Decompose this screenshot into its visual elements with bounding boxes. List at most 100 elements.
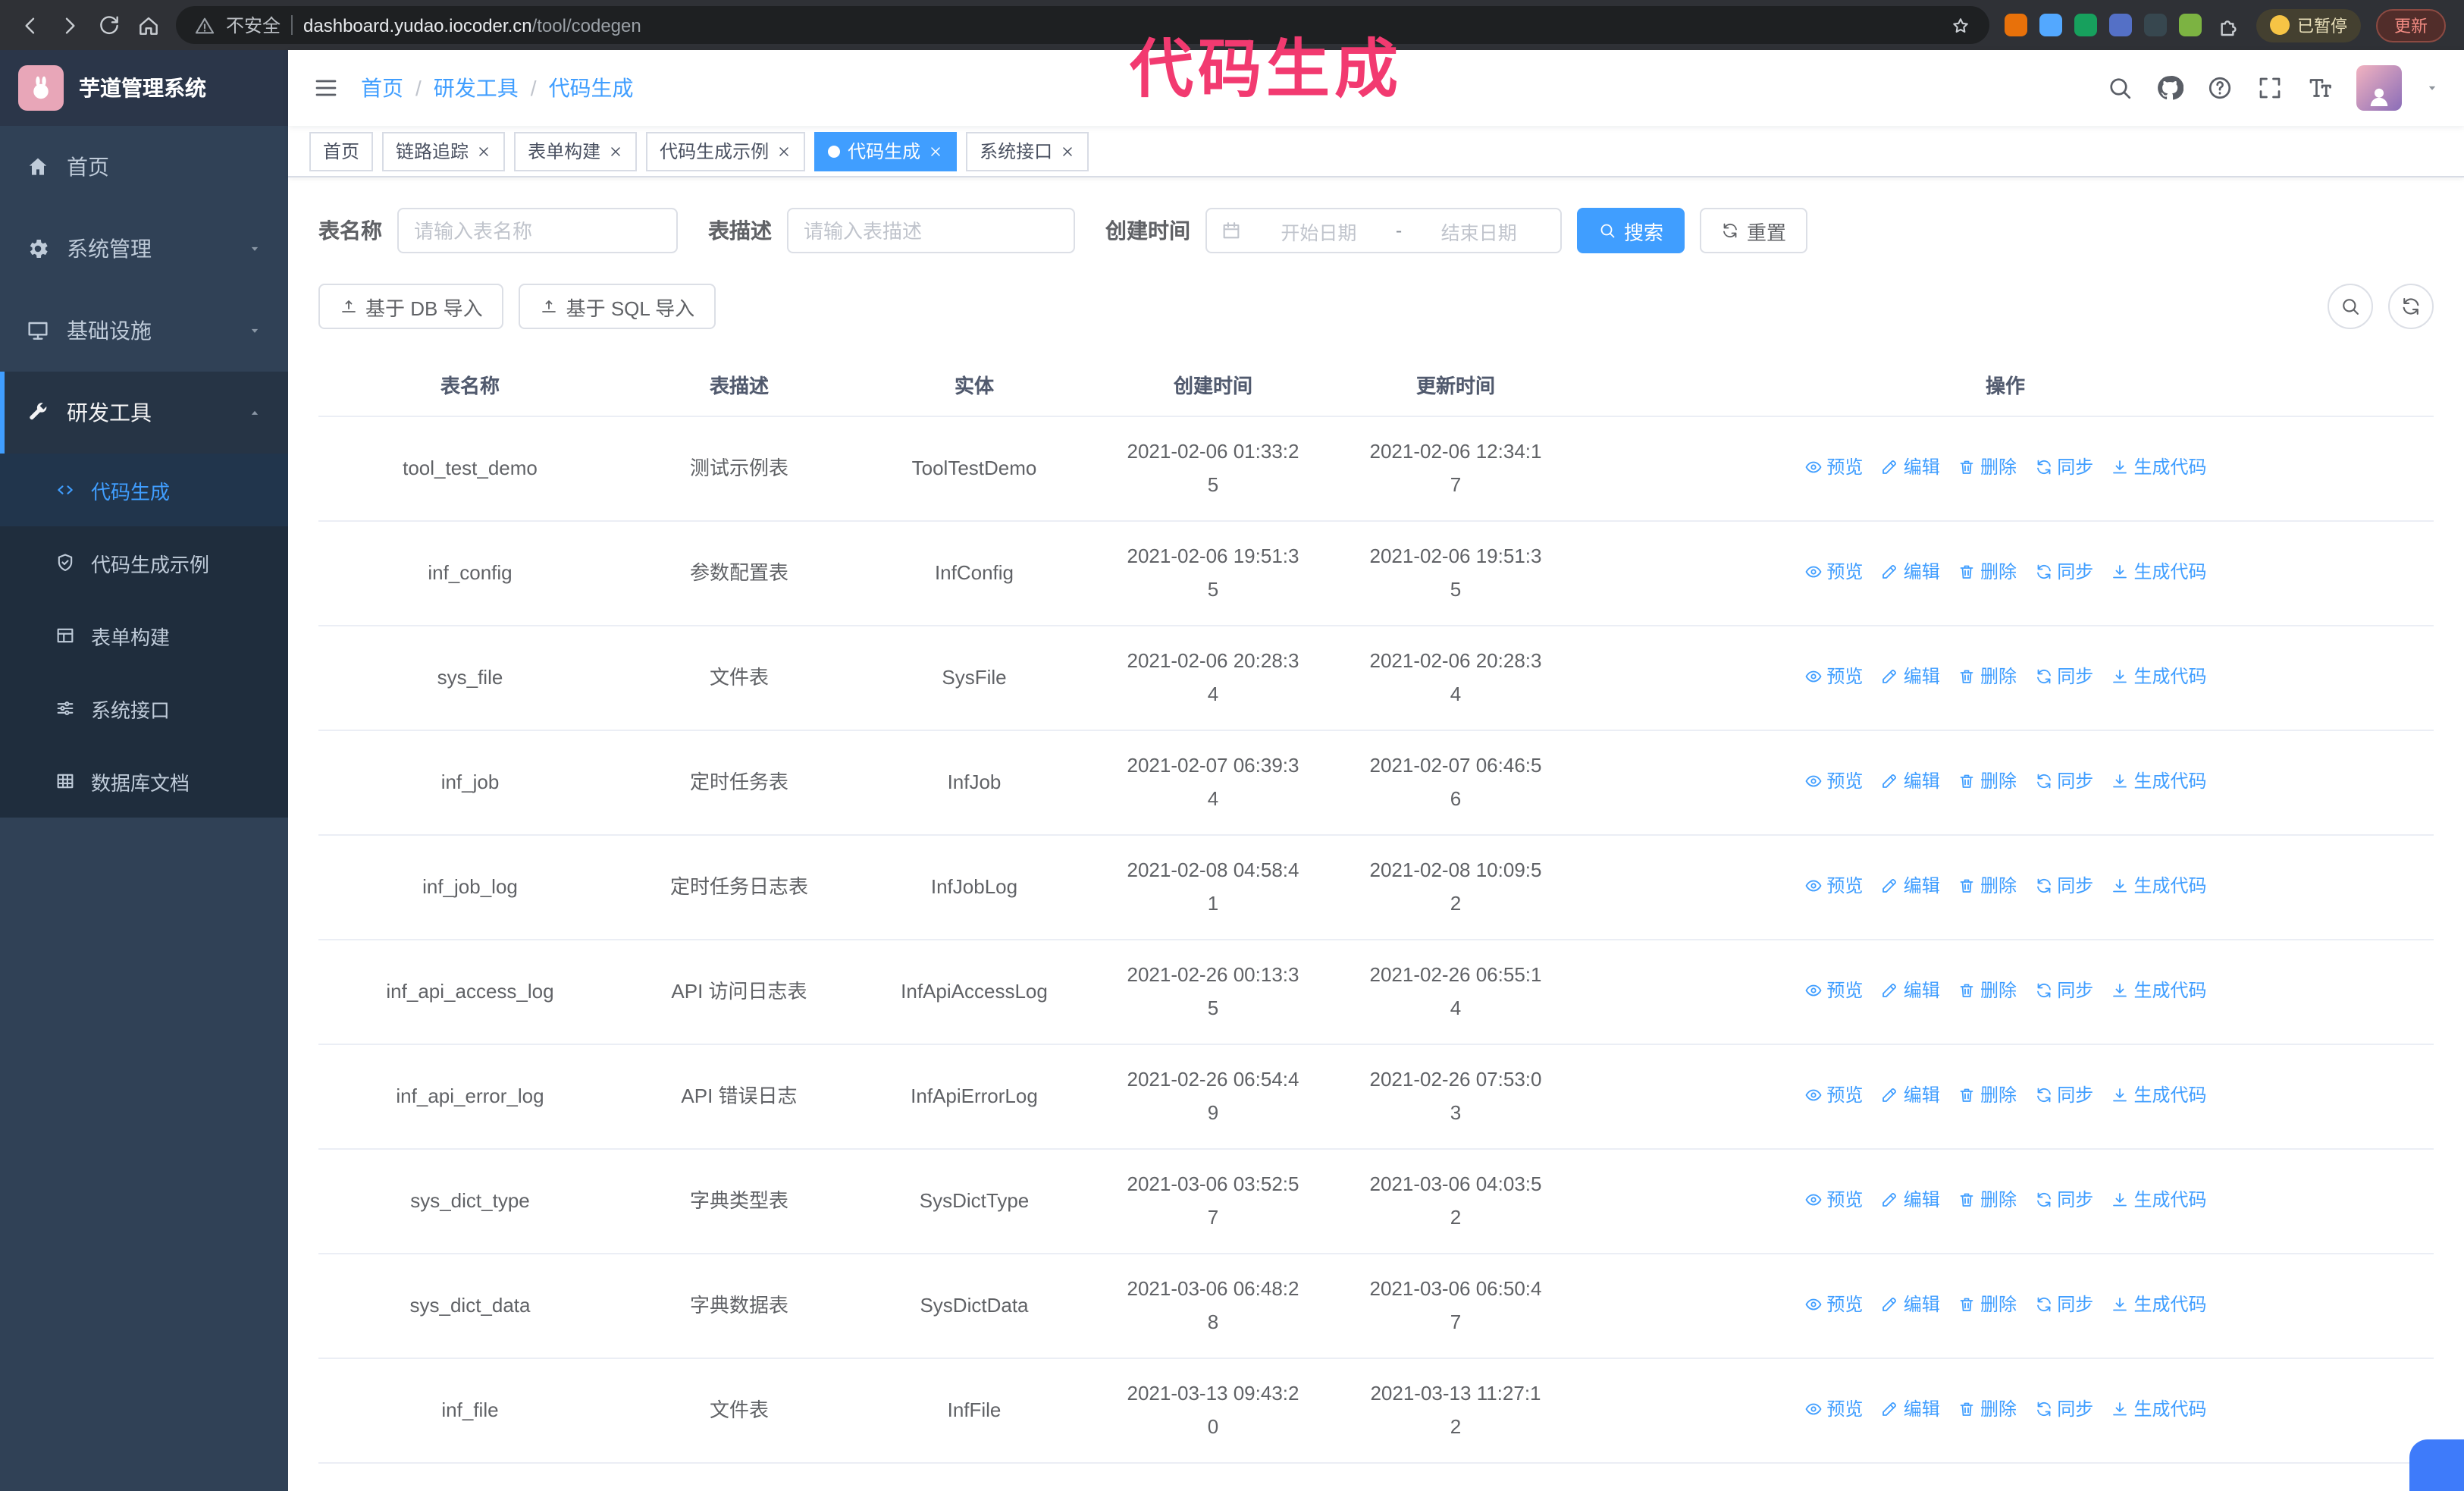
- browser-extension-icon[interactable]: [2109, 14, 2132, 36]
- preview-link[interactable]: 预览: [1804, 869, 1863, 902]
- sidebar-item-db-doc[interactable]: 数据库文档: [0, 745, 288, 818]
- toggle-search-button[interactable]: [2328, 284, 2373, 329]
- browser-extension-icon[interactable]: [2074, 14, 2097, 36]
- address-bar[interactable]: 不安全 dashboard.yudao.iocoder.cn/tool/code…: [176, 6, 1989, 44]
- generate-code-link[interactable]: 生成代码: [2111, 555, 2207, 589]
- close-tab-icon[interactable]: [1060, 143, 1075, 159]
- question-icon[interactable]: [2206, 74, 2234, 102]
- back-icon[interactable]: [18, 13, 42, 37]
- edit-link[interactable]: 编辑: [1881, 764, 1940, 798]
- generate-code-link[interactable]: 生成代码: [2111, 1392, 2207, 1426]
- browser-home-icon[interactable]: [136, 13, 161, 37]
- edit-link[interactable]: 编辑: [1881, 869, 1940, 902]
- sync-link[interactable]: 同步: [2034, 450, 2093, 484]
- edit-link[interactable]: 编辑: [1881, 555, 1940, 589]
- tab-item[interactable]: 系统接口: [966, 131, 1089, 171]
- preview-link[interactable]: 预览: [1804, 555, 1863, 589]
- sync-link[interactable]: 同步: [2034, 974, 2093, 1007]
- chevron-down-icon[interactable]: [2425, 80, 2440, 96]
- date-range-picker[interactable]: 开始日期 - 结束日期: [1205, 208, 1562, 253]
- browser-extension-icon[interactable]: [2039, 14, 2062, 36]
- breadcrumb-dev-tools[interactable]: 研发工具: [434, 73, 519, 103]
- table-desc-input[interactable]: [787, 208, 1075, 253]
- edit-link[interactable]: 编辑: [1881, 450, 1940, 484]
- edit-link[interactable]: 编辑: [1881, 1078, 1940, 1112]
- browser-extension-icon[interactable]: [2179, 14, 2202, 36]
- preview-link[interactable]: 预览: [1804, 1288, 1863, 1321]
- generate-code-link[interactable]: 生成代码: [2111, 1078, 2207, 1112]
- preview-link[interactable]: 预览: [1804, 1078, 1863, 1112]
- sync-link[interactable]: 同步: [2034, 869, 2093, 902]
- sync-link[interactable]: 同步: [2034, 1078, 2093, 1112]
- preview-link[interactable]: 预览: [1804, 764, 1863, 798]
- delete-link[interactable]: 删除: [1958, 1288, 2017, 1321]
- preview-link[interactable]: 预览: [1804, 1183, 1863, 1216]
- browser-extension-icon[interactable]: [2144, 14, 2167, 36]
- delete-link[interactable]: 删除: [1958, 764, 2017, 798]
- preview-link[interactable]: 预览: [1804, 974, 1863, 1007]
- sidebar-item-codegen[interactable]: 代码生成: [0, 454, 288, 526]
- sync-link[interactable]: 同步: [2034, 1392, 2093, 1426]
- delete-link[interactable]: 删除: [1958, 1183, 2017, 1216]
- tab-item[interactable]: 代码生成示例: [646, 131, 806, 171]
- sidebar-item-dev-tools[interactable]: 研发工具: [0, 372, 288, 454]
- preview-link[interactable]: 预览: [1804, 450, 1863, 484]
- sync-link[interactable]: 同步: [2034, 660, 2093, 693]
- sidebar-item-system-api[interactable]: 系统接口: [0, 672, 288, 745]
- tab-item[interactable]: 链路追踪: [382, 131, 506, 171]
- delete-link[interactable]: 删除: [1958, 1392, 2017, 1426]
- generate-code-link[interactable]: 生成代码: [2111, 974, 2207, 1007]
- github-icon[interactable]: [2156, 74, 2183, 102]
- tab-item[interactable]: 首页: [309, 131, 374, 171]
- import-sql-button[interactable]: 基于 SQL 导入: [519, 284, 716, 329]
- generate-code-link[interactable]: 生成代码: [2111, 660, 2207, 693]
- delete-link[interactable]: 删除: [1958, 660, 2017, 693]
- hamburger-icon[interactable]: [312, 74, 340, 102]
- breadcrumb-home[interactable]: 首页: [361, 73, 403, 103]
- delete-link[interactable]: 删除: [1958, 555, 2017, 589]
- search-icon[interactable]: [2106, 74, 2133, 102]
- avatar[interactable]: [2356, 65, 2402, 111]
- import-db-button[interactable]: 基于 DB 导入: [318, 284, 504, 329]
- close-tab-icon[interactable]: [776, 143, 792, 159]
- preview-link[interactable]: 预览: [1804, 660, 1863, 693]
- browser-extension-icon[interactable]: [2005, 14, 2027, 36]
- app-logo[interactable]: 芋道管理系统: [0, 50, 288, 126]
- close-tab-icon[interactable]: [608, 143, 623, 159]
- table-name-input[interactable]: [397, 208, 678, 253]
- generate-code-link[interactable]: 生成代码: [2111, 1183, 2207, 1216]
- sidebar-item-home[interactable]: 首页: [0, 126, 288, 208]
- floating-action-button[interactable]: [2409, 1439, 2464, 1491]
- edit-link[interactable]: 编辑: [1881, 1392, 1940, 1426]
- close-tab-icon[interactable]: [476, 143, 491, 159]
- delete-link[interactable]: 删除: [1958, 450, 2017, 484]
- generate-code-link[interactable]: 生成代码: [2111, 869, 2207, 902]
- delete-link[interactable]: 删除: [1958, 974, 2017, 1007]
- bookmark-star-icon[interactable]: [1950, 14, 1971, 36]
- sidebar-item-system-management[interactable]: 系统管理: [0, 208, 288, 290]
- reset-button[interactable]: 重置: [1700, 208, 1808, 253]
- close-tab-icon[interactable]: [928, 143, 943, 159]
- edit-link[interactable]: 编辑: [1881, 974, 1940, 1007]
- sync-link[interactable]: 同步: [2034, 764, 2093, 798]
- tab-item[interactable]: 表单构建: [514, 131, 638, 171]
- sync-link[interactable]: 同步: [2034, 555, 2093, 589]
- delete-link[interactable]: 删除: [1958, 869, 2017, 902]
- sync-link[interactable]: 同步: [2034, 1183, 2093, 1216]
- refresh-table-button[interactable]: [2388, 284, 2434, 329]
- delete-link[interactable]: 删除: [1958, 1078, 2017, 1112]
- edit-link[interactable]: 编辑: [1881, 660, 1940, 693]
- fullscreen-icon[interactable]: [2256, 74, 2284, 102]
- generate-code-link[interactable]: 生成代码: [2111, 1288, 2207, 1321]
- search-button[interactable]: 搜索: [1577, 208, 1685, 253]
- reload-icon[interactable]: [97, 13, 121, 37]
- paused-profile-chip[interactable]: 已暂停: [2256, 8, 2361, 42]
- puzzle-icon[interactable]: [2217, 13, 2241, 37]
- sidebar-item-form-builder[interactable]: 表单构建: [0, 599, 288, 672]
- preview-link[interactable]: 预览: [1804, 1392, 1863, 1426]
- edit-link[interactable]: 编辑: [1881, 1183, 1940, 1216]
- browser-update-button[interactable]: 更新: [2376, 8, 2446, 42]
- generate-code-link[interactable]: 生成代码: [2111, 450, 2207, 484]
- sidebar-item-infrastructure[interactable]: 基础设施: [0, 290, 288, 372]
- generate-code-link[interactable]: 生成代码: [2111, 764, 2207, 798]
